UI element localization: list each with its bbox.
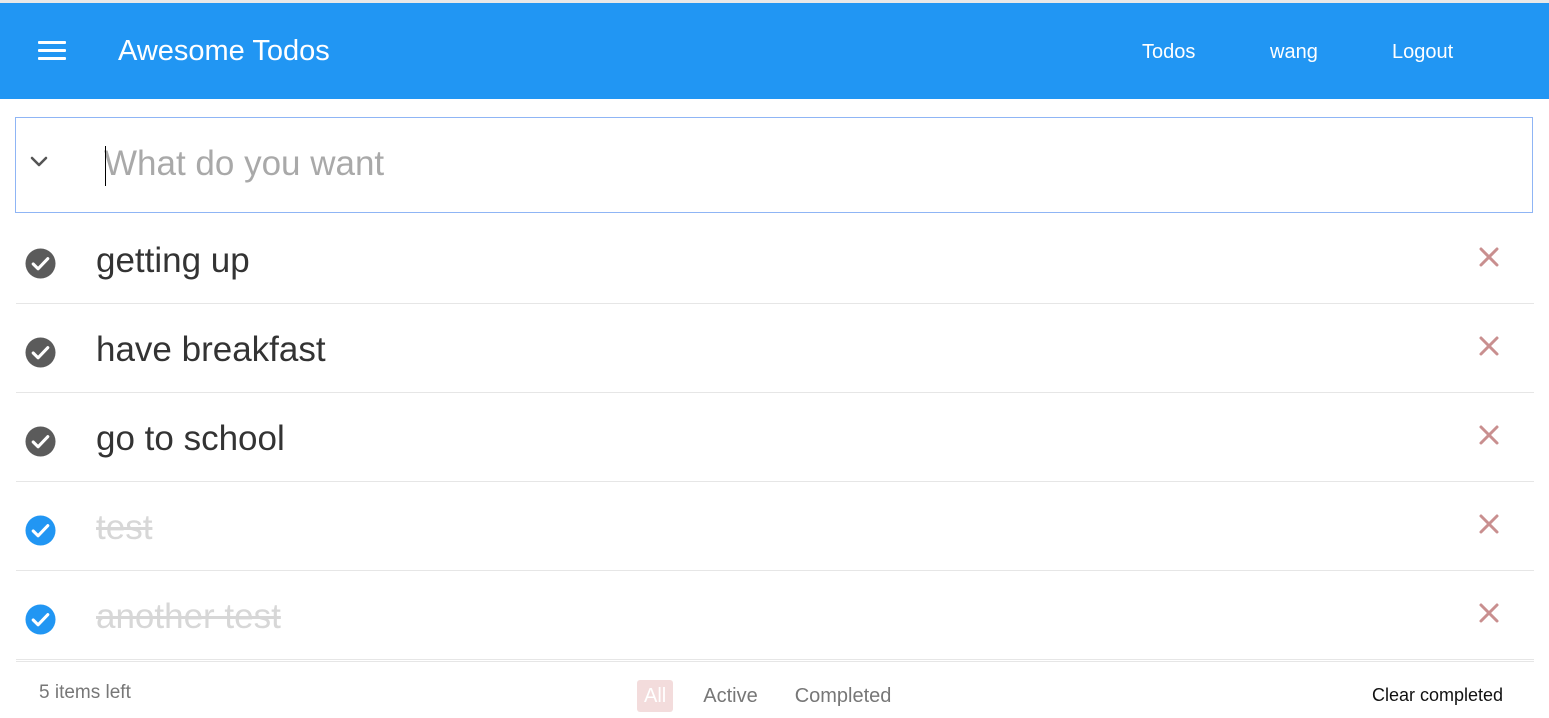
nav-link-todos[interactable]: Todos	[1142, 39, 1195, 65]
new-todo-input[interactable]	[104, 136, 1484, 192]
check-circle-icon[interactable]	[25, 248, 56, 279]
clear-completed-button[interactable]: Clear completed	[1372, 684, 1503, 706]
nav-link-user[interactable]: wang	[1270, 39, 1318, 65]
close-x-icon[interactable]	[1478, 335, 1500, 357]
close-x-icon[interactable]	[1478, 513, 1500, 535]
nav-link-logout[interactable]: Logout	[1392, 39, 1453, 65]
todo-text[interactable]: another test	[96, 595, 281, 639]
check-circle-icon[interactable]	[25, 515, 56, 546]
todo-item: test	[16, 482, 1534, 571]
todo-list: getting up have breakfast go to school test…	[16, 215, 1534, 660]
app-bar: Awesome Todos Todos wang Logout	[0, 3, 1549, 99]
close-x-icon[interactable]	[1478, 424, 1500, 446]
chevron-down-icon[interactable]	[28, 150, 50, 172]
todo-text[interactable]: getting up	[96, 239, 250, 283]
close-x-icon[interactable]	[1478, 602, 1500, 624]
text-caret	[105, 146, 106, 186]
todo-item: another test	[16, 571, 1534, 660]
todo-item: getting up	[16, 215, 1534, 304]
check-circle-icon[interactable]	[25, 337, 56, 368]
hamburger-menu-icon[interactable]	[38, 41, 68, 63]
app-title: Awesome Todos	[118, 35, 330, 67]
filter-list: All Active Completed	[637, 680, 921, 712]
todo-text[interactable]: go to school	[96, 417, 285, 461]
close-x-icon[interactable]	[1478, 246, 1500, 268]
todo-item: have breakfast	[16, 304, 1534, 393]
check-circle-icon[interactable]	[25, 426, 56, 457]
todo-item: go to school	[16, 393, 1534, 482]
todo-footer: 5 items left All Active Completed Clear …	[16, 661, 1534, 718]
todo-text[interactable]: test	[96, 506, 152, 550]
filter-completed[interactable]: Completed	[788, 680, 899, 712]
check-circle-icon[interactable]	[25, 604, 56, 635]
filter-all[interactable]: All	[637, 680, 674, 712]
filter-active[interactable]: Active	[696, 680, 764, 712]
todo-text[interactable]: have breakfast	[96, 328, 326, 372]
new-todo-box	[15, 117, 1533, 213]
items-left-count: 5 items left	[39, 682, 131, 703]
